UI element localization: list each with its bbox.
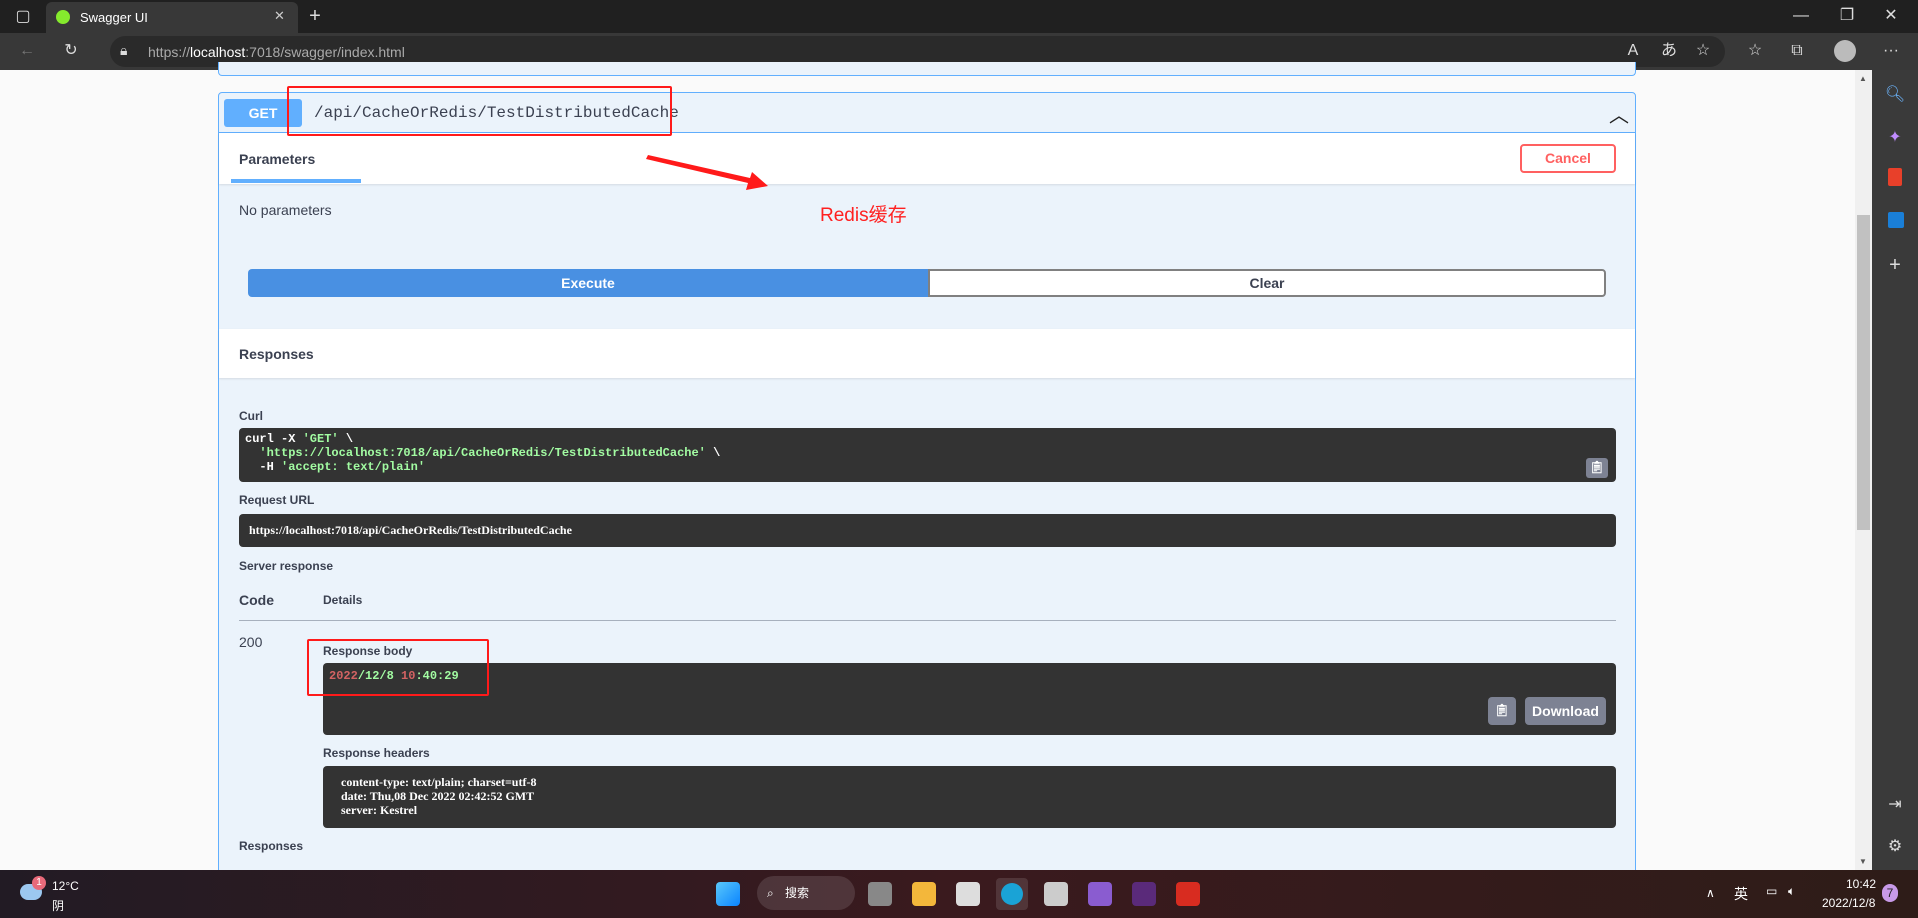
ime-indicator[interactable]: 英 <box>1734 884 1748 904</box>
cancel-button[interactable]: Cancel <box>1520 144 1616 173</box>
code-header: Code <box>239 592 274 608</box>
visual-studio-icon[interactable] <box>1088 882 1112 906</box>
terminal-icon[interactable] <box>1132 882 1156 906</box>
task-view-icon[interactable] <box>868 882 892 906</box>
curl-command[interactable]: curl -X 'GET' \ 'https://localhost:7018/… <box>239 428 1616 482</box>
translate-icon[interactable]: あ <box>1656 36 1682 66</box>
annotation-arrow-icon <box>646 155 768 190</box>
edge-sidebar: 🔍︎ ✦ + ⇥ ⚙ <box>1872 70 1918 870</box>
file-explorer-icon[interactable] <box>912 882 936 906</box>
add-favorite-icon[interactable]: ☆ <box>1690 36 1716 66</box>
search-label: 搜索 <box>785 886 810 900</box>
divider <box>239 620 1616 621</box>
network-icon[interactable]: ▭ <box>1766 884 1777 898</box>
notification-badge[interactable]: 7 <box>1882 884 1898 902</box>
clock-time[interactable]: 10:42 <box>1846 877 1876 891</box>
restore-icon[interactable]: ❐ <box>1832 1 1862 31</box>
new-tab-icon[interactable]: + <box>302 1 328 31</box>
copilot-icon[interactable]: ✦ <box>1880 123 1910 153</box>
clear-button[interactable]: Clear <box>928 269 1606 297</box>
scroll-up-icon[interactable]: ▲ <box>1859 74 1867 83</box>
previous-operation-block <box>218 62 1636 76</box>
taskbar-search[interactable]: 搜索 ⌕ <box>757 876 855 910</box>
scrollbar[interactable]: ▲ ▼ <box>1855 70 1872 870</box>
no-parameters-text: No parameters <box>239 202 332 218</box>
annotation-box-body <box>307 639 489 696</box>
outlook-icon[interactable] <box>1888 212 1904 228</box>
tab-underline <box>231 179 361 183</box>
responses-header: Responses <box>219 329 1635 378</box>
copy-curl-icon[interactable]: 📋︎ <box>1586 458 1608 478</box>
annotation-text: Redis缓存 <box>820 205 907 226</box>
profile-avatar[interactable] <box>1834 40 1856 62</box>
more-icon[interactable]: ··· <box>1876 36 1906 66</box>
add-sidebar-icon[interactable]: + <box>1880 250 1910 280</box>
start-icon[interactable] <box>716 882 740 906</box>
weather-temp: 12°C <box>52 879 79 893</box>
download-button[interactable]: Download <box>1525 697 1606 725</box>
favorites-icon[interactable]: ☆ <box>1740 36 1770 66</box>
details-header: Details <box>323 593 363 607</box>
response-headers-label: Response headers <box>323 746 430 760</box>
back-icon[interactable]: ← <box>12 36 42 66</box>
operation-block: GET /api/CacheOrRedis/TestDistributedCac… <box>218 92 1636 882</box>
office-icon[interactable] <box>1888 168 1902 186</box>
request-url-label: Request URL <box>239 493 315 507</box>
store-icon[interactable] <box>956 882 980 906</box>
tab-title: Swagger UI <box>80 10 148 25</box>
minimize-icon[interactable]: — <box>1786 1 1816 31</box>
weather-badge: 1 <box>32 876 46 890</box>
browser-tab[interactable]: Swagger UI ✕ <box>46 2 298 33</box>
refresh-icon[interactable]: ↻ <box>56 36 86 66</box>
search-icon: ⌕ <box>767 886 774 900</box>
curl-label: Curl <box>239 409 263 423</box>
weather-desc: 阴 <box>52 899 65 913</box>
tray-chevron-icon[interactable]: ∧ <box>1706 886 1715 900</box>
tab-parameters[interactable]: Parameters <box>239 151 315 167</box>
responses-footer-title: Responses <box>239 839 304 853</box>
annotation-box-path <box>287 86 672 136</box>
redis-icon[interactable] <box>1176 882 1200 906</box>
collapse-chevron-icon[interactable]: ︿ <box>1609 99 1629 128</box>
copy-response-icon[interactable]: 📋︎ <box>1488 697 1516 725</box>
edge-taskbar-icon[interactable] <box>996 878 1028 910</box>
response-headers[interactable]: content-type: text/plain; charset=utf-8 d… <box>323 766 1616 828</box>
responses-title: Responses <box>239 346 314 362</box>
scrollbar-thumb[interactable] <box>1857 215 1870 530</box>
url-text: https://localhost:7018/swagger/index.htm… <box>148 44 405 60</box>
scroll-down-icon[interactable]: ▼ <box>1859 857 1867 866</box>
close-tab-icon[interactable]: ✕ <box>274 8 285 24</box>
execute-button[interactable]: Execute <box>248 269 928 297</box>
volume-icon[interactable]: 🔈︎ <box>1788 884 1795 899</box>
server-response-label: Server response <box>239 559 334 573</box>
taskbar: 1 12°C 阴 搜索 ⌕ ∧ 英 ▭ 🔈︎ 10:42 2022/12/8 7 <box>0 870 1918 918</box>
tab-actions-icon[interactable]: ▢ <box>8 2 38 32</box>
collections-icon[interactable]: ⧉ <box>1782 36 1812 66</box>
app-icon[interactable] <box>1044 882 1068 906</box>
tab-bar: ▢ Swagger UI ✕ + — ❐ ✕ <box>0 0 1918 33</box>
close-window-icon[interactable]: ✕ <box>1876 1 1906 31</box>
response-code: 200 <box>239 634 263 650</box>
settings-icon[interactable]: ⚙ <box>1880 832 1910 862</box>
lock-icon: 🔒︎ <box>120 42 128 58</box>
swagger-favicon-icon <box>56 10 70 24</box>
hide-sidebar-icon[interactable]: ⇥ <box>1880 790 1910 820</box>
clock-date[interactable]: 2022/12/8 <box>1822 896 1875 910</box>
search-icon[interactable]: 🔍︎ <box>1880 80 1910 110</box>
parameters-header: Parameters Cancel <box>219 133 1635 184</box>
response-body[interactable]: 2022/12/8 10:40:29 📋︎ Download <box>323 663 1616 735</box>
request-url-value[interactable]: https://localhost:7018/api/CacheOrRedis/… <box>239 514 1616 547</box>
